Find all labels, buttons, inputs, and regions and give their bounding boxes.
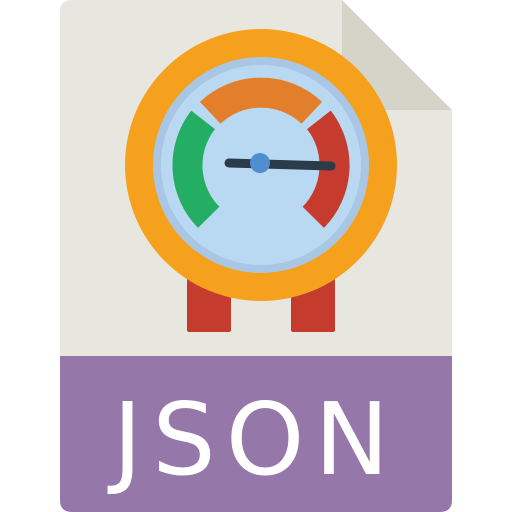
file-type-label: JSON bbox=[107, 381, 399, 498]
gauge-needle-hub bbox=[250, 153, 270, 173]
gauge-needle bbox=[224, 158, 336, 171]
json-file-icon: JSON bbox=[0, 0, 512, 512]
file-icon-graphic: JSON bbox=[60, 0, 452, 512]
gauge-icon bbox=[125, 29, 397, 301]
